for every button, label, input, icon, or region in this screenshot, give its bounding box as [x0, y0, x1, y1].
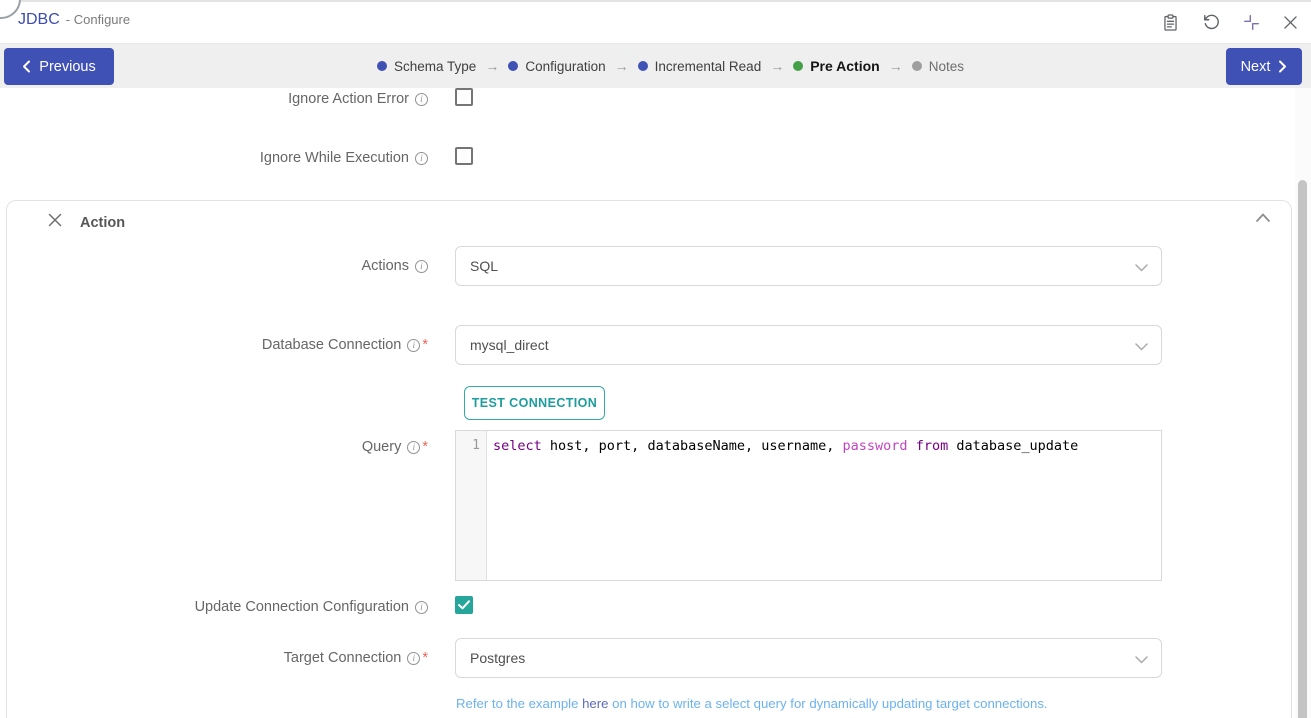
step-dot [912, 61, 922, 71]
title-mode: - Configure [66, 12, 130, 27]
clipboard-icon[interactable] [1160, 12, 1180, 32]
actions-label: Actionsi [0, 256, 428, 276]
step-label: Configuration [525, 59, 605, 74]
collapse-section-icon[interactable] [1254, 210, 1272, 224]
actions-select-value: SQL [470, 258, 498, 274]
step-dot [638, 61, 648, 71]
step-arrow: → [485, 58, 499, 74]
title-app-name: JDBC [18, 11, 60, 28]
chevron-down-icon [1134, 652, 1149, 670]
required-marker: * [422, 650, 428, 666]
target-connection-hint: Refer to the example here on how to writ… [456, 696, 1048, 711]
target-connection-label: Target Connectioni* [0, 648, 428, 668]
scrollbar-track[interactable] [1295, 88, 1311, 718]
step-arrow: → [615, 58, 629, 74]
wizard-steps: Schema Type → Configuration → Incrementa… [130, 44, 1211, 88]
database-connection-select[interactable]: mysql_direct [455, 325, 1162, 365]
editor-gutter: 1 [456, 431, 487, 580]
step-dot [508, 61, 518, 71]
compress-icon[interactable] [1241, 12, 1261, 32]
required-marker: * [422, 439, 428, 455]
chevron-down-icon [1134, 339, 1149, 357]
step-incremental-read: Incremental Read [638, 59, 762, 74]
next-button[interactable]: Next [1226, 48, 1302, 85]
query-code-line: select host, port, databaseName, usernam… [493, 438, 1155, 454]
previous-button[interactable]: Previous [4, 48, 114, 85]
step-notes: Notes [912, 59, 964, 74]
step-pre-action: Pre Action [793, 58, 880, 74]
step-dot [793, 61, 803, 71]
info-icon[interactable]: i [415, 93, 428, 106]
step-configuration: Configuration [508, 59, 605, 74]
ignore-while-execution-label: Ignore While Executioni [0, 148, 428, 168]
chevron-left-icon [22, 60, 31, 73]
previous-button-label: Previous [39, 59, 95, 75]
info-icon[interactable]: i [407, 441, 420, 454]
database-connection-select-value: mysql_direct [470, 337, 549, 353]
step-schema-type: Schema Type [377, 59, 476, 74]
info-icon[interactable]: i [415, 152, 428, 165]
info-icon[interactable]: i [407, 339, 420, 352]
required-marker: * [422, 337, 428, 353]
close-icon[interactable] [1280, 12, 1300, 32]
update-connection-configuration-label: Update Connection Configurationi [0, 597, 428, 617]
step-dot [377, 61, 387, 71]
chevron-right-icon [1278, 60, 1287, 73]
info-icon[interactable]: i [415, 601, 428, 614]
remove-action-icon[interactable] [46, 211, 63, 228]
info-icon[interactable]: i [407, 652, 420, 665]
jdbc-configure-dialog: JDBC - Configure [0, 0, 1311, 718]
database-connection-label: Database Connectioni* [0, 335, 428, 355]
reset-icon[interactable] [1201, 12, 1221, 32]
check-icon [458, 600, 470, 610]
ignore-action-error-label: Ignore Action Errori [0, 89, 428, 109]
ignore-action-error-checkbox[interactable] [455, 88, 473, 106]
action-section-title: Action [80, 215, 125, 231]
hint-here-link[interactable]: here [582, 696, 608, 711]
info-icon[interactable]: i [415, 260, 428, 273]
update-connection-configuration-checkbox[interactable] [455, 596, 473, 614]
query-code-editor[interactable]: 1 select host, port, databaseName, usern… [455, 430, 1162, 581]
ignore-while-execution-checkbox[interactable] [455, 147, 473, 165]
line-number: 1 [472, 438, 480, 453]
target-connection-select[interactable]: Postgres [455, 638, 1162, 678]
step-arrow: → [770, 58, 784, 74]
step-label: Notes [929, 59, 964, 74]
target-connection-select-value: Postgres [470, 650, 525, 666]
wizard-stepper-bar: Previous Schema Type → Configuration → I… [0, 44, 1311, 88]
query-label: Queryi* [0, 437, 428, 457]
step-label: Pre Action [810, 58, 880, 74]
actions-select[interactable]: SQL [455, 246, 1162, 286]
step-label: Incremental Read [655, 59, 762, 74]
step-arrow: → [889, 58, 903, 74]
step-label: Schema Type [394, 59, 476, 74]
dialog-header: JDBC - Configure [0, 2, 1311, 44]
test-connection-button[interactable]: TEST CONNECTION [464, 386, 605, 420]
chevron-down-icon [1134, 260, 1149, 278]
page-title: JDBC - Configure [18, 11, 130, 29]
next-button-label: Next [1241, 59, 1271, 75]
scrollbar-thumb[interactable] [1298, 180, 1307, 718]
